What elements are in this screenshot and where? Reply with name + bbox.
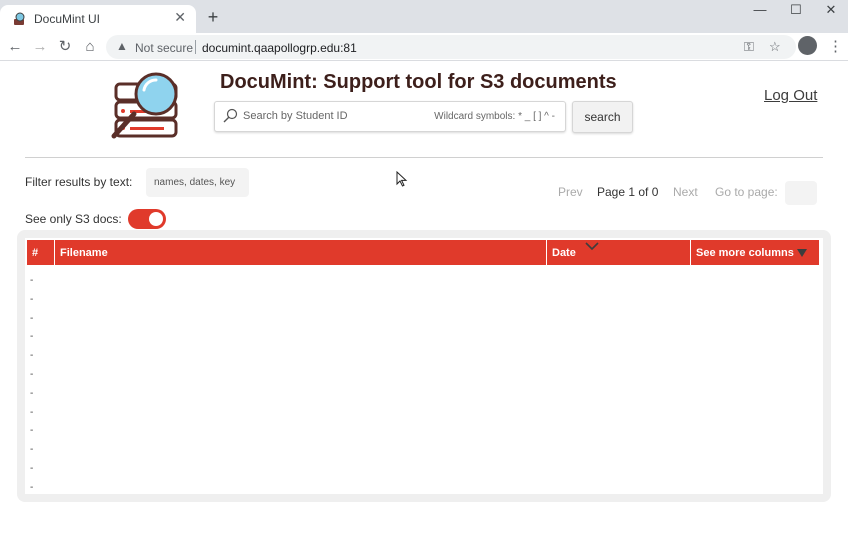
caret-down-icon: [797, 249, 807, 257]
table-row: -: [30, 462, 34, 474]
table-row: -: [30, 293, 34, 305]
filter-input[interactable]: [146, 168, 249, 197]
prev-page-button[interactable]: Prev: [558, 185, 583, 199]
column-header-number[interactable]: #: [27, 240, 55, 265]
documint-logo: [111, 72, 178, 139]
new-tab-button[interactable]: +: [203, 7, 223, 28]
tab-strip: DocuMint UI ✕ + — ☐ ✕: [0, 0, 848, 33]
page-content: DocuMint: Support tool for S3 documents …: [0, 62, 848, 538]
home-icon[interactable]: ⌂: [80, 37, 100, 57]
table-row: -: [30, 406, 34, 418]
results-table: # Filename Date See more columns - - - -: [25, 238, 823, 494]
column-header-filename[interactable]: Filename: [55, 240, 547, 265]
mouse-cursor-icon: [396, 171, 408, 187]
maximize-button[interactable]: ☐: [779, 2, 813, 22]
documint-favicon-icon: [14, 12, 25, 25]
student-id-search[interactable]: Wildcard symbols: * _ [ ] ^ -: [214, 101, 566, 132]
next-page-button[interactable]: Next: [673, 185, 698, 199]
table-row: -: [30, 312, 34, 324]
header-divider: [25, 157, 823, 158]
table-row: -: [30, 481, 34, 493]
table-row: -: [30, 275, 34, 286]
minimize-button[interactable]: —: [743, 2, 777, 22]
search-icon: [223, 108, 238, 123]
page-title: DocuMint: Support tool for S3 documents: [220, 71, 617, 93]
table-body: - - - - - - - - - - - -: [30, 272, 33, 498]
table-row: -: [30, 331, 34, 343]
table-row: -: [30, 387, 34, 399]
url-text[interactable]: documint.qaapollogrp.edu:81: [202, 41, 357, 55]
search-input[interactable]: [243, 110, 433, 122]
goto-page-input[interactable]: [785, 181, 817, 205]
tab-title: DocuMint UI: [34, 12, 101, 26]
key-icon[interactable]: ⚿: [744, 39, 754, 55]
search-button[interactable]: search: [572, 101, 633, 133]
goto-page-label: Go to page:: [715, 185, 778, 199]
s3-only-label: See only S3 docs:: [25, 212, 122, 226]
close-window-button[interactable]: ✕: [814, 2, 848, 22]
table-header: # Filename Date See more columns: [27, 240, 819, 265]
see-more-columns-label: See more columns: [696, 247, 794, 259]
security-status[interactable]: Not secure: [135, 41, 193, 55]
toggle-knob: [149, 212, 163, 226]
table-row: -: [30, 368, 34, 380]
see-more-columns-button[interactable]: See more columns: [691, 240, 819, 265]
reload-icon[interactable]: ↻: [55, 37, 75, 57]
browser-tab[interactable]: DocuMint UI ✕: [0, 5, 196, 33]
star-icon[interactable]: ☆: [769, 39, 781, 55]
wildcard-hint: Wildcard symbols: * _ [ ] ^ -: [434, 111, 555, 122]
profile-avatar-icon[interactable]: [798, 36, 817, 55]
date-header-label: Date: [552, 247, 576, 259]
address-separator: [195, 40, 196, 54]
browser-toolbar: ← → ↻ ⌂ ▲ Not secure documint.qaapollogr…: [0, 33, 848, 61]
page-indicator: Page 1 of 0: [597, 185, 659, 199]
tab-close-icon[interactable]: ✕: [174, 9, 186, 26]
browser-menu-icon[interactable]: ⋮: [828, 37, 843, 55]
table-row: -: [30, 444, 34, 456]
address-bar[interactable]: ▲ Not secure documint.qaapollogrp.edu:81…: [106, 35, 796, 59]
filter-label: Filter results by text:: [25, 175, 133, 189]
column-header-date[interactable]: Date: [547, 240, 691, 265]
warning-icon[interactable]: ▲: [116, 39, 128, 53]
results-table-container: # Filename Date See more columns - - - -: [17, 230, 831, 502]
s3-only-toggle[interactable]: [128, 209, 166, 229]
back-icon[interactable]: ←: [5, 37, 25, 57]
forward-icon[interactable]: →: [30, 37, 50, 57]
logout-link[interactable]: Log Out: [764, 87, 817, 104]
sort-chevron-down-icon[interactable]: [585, 241, 599, 251]
table-row: -: [30, 350, 34, 362]
table-row: -: [30, 425, 34, 437]
